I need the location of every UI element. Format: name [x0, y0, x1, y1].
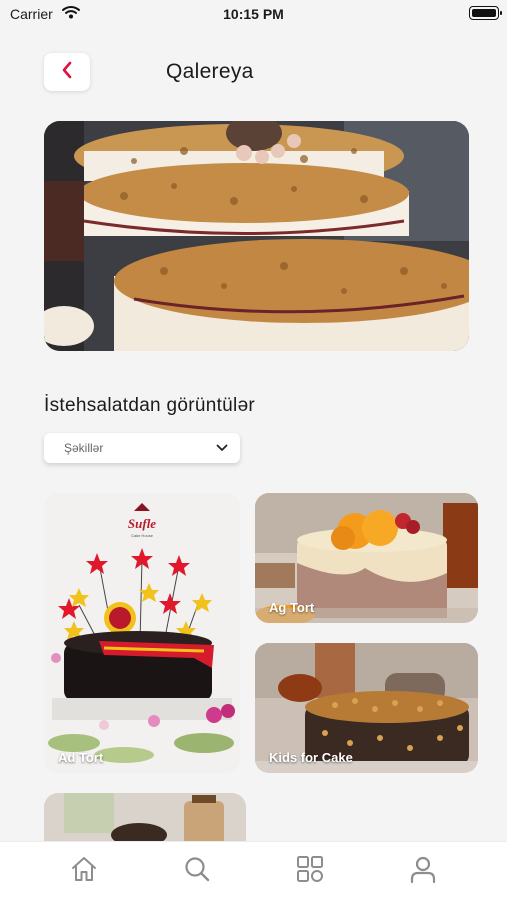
- profile-icon: [408, 854, 438, 889]
- home-icon: [69, 854, 99, 889]
- gallery-card-label: Ad Tort: [58, 750, 104, 765]
- media-type-select[interactable]: Şəkillər: [44, 433, 240, 463]
- tab-profile[interactable]: [407, 855, 439, 887]
- tab-bar: [0, 841, 507, 900]
- gallery-card[interactable]: Sufle Cake House Ad Tort: [44, 493, 240, 773]
- search-icon: [182, 854, 212, 889]
- gallery-card[interactable]: Ag Tort: [255, 493, 478, 623]
- gallery-card-label: Ag Tort: [269, 600, 315, 615]
- gallery-card[interactable]: Kids for Cake: [255, 643, 478, 773]
- gallery-card-label: Kids for Cake: [269, 750, 353, 765]
- tab-categories[interactable]: [294, 855, 326, 887]
- tab-home[interactable]: [68, 855, 100, 887]
- status-bar: Carrier 10:15 PM: [0, 0, 507, 30]
- chevron-down-icon: [216, 439, 228, 457]
- grid-icon: [295, 854, 325, 889]
- select-value: Şəkillər: [64, 441, 104, 455]
- tab-search[interactable]: [181, 855, 213, 887]
- back-button[interactable]: [44, 53, 90, 91]
- hero-image: [44, 121, 469, 351]
- battery-icon: [469, 6, 502, 20]
- sufle-logo: Sufle: [128, 516, 156, 531]
- section-title: İstehsalatdan görüntülər: [44, 395, 256, 416]
- chevron-left-icon: [60, 60, 74, 85]
- sufle-logo-subtext: Cake House: [131, 533, 154, 538]
- clock: 10:15 PM: [223, 6, 284, 22]
- page-title: Qalereya: [166, 60, 254, 83]
